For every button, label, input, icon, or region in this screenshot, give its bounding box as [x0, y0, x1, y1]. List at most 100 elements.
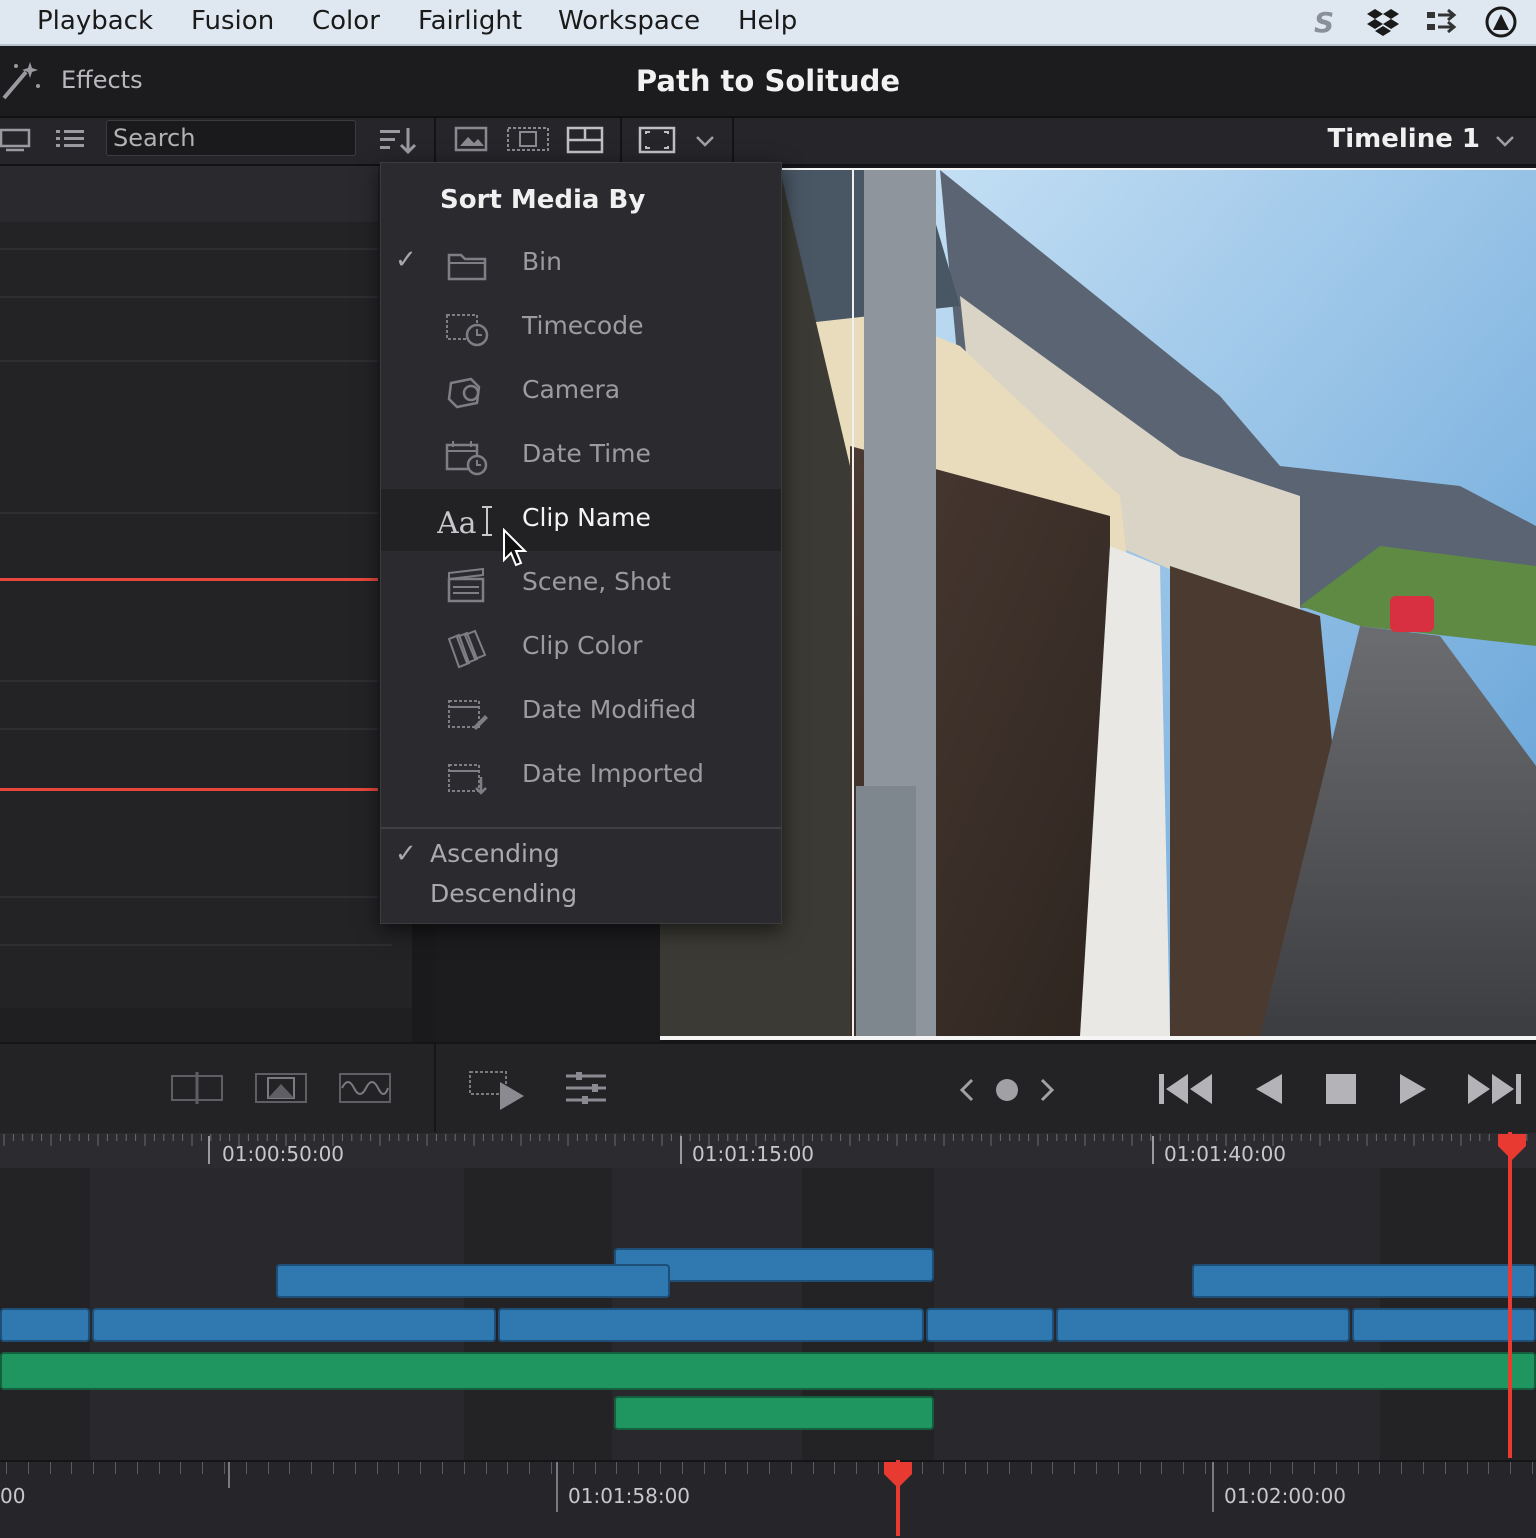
zoomed-timeline-ruler[interactable]: 00 01:01:58:00 01:02:00:00	[0, 1460, 1536, 1538]
toolbar-divider	[732, 118, 734, 164]
timeline-ruler[interactable]: 01:00:50:00 01:01:15:00 01:01:40:00	[0, 1132, 1536, 1168]
sort-option-clip-name[interactable]: Aa Clip Name	[381, 489, 781, 551]
menu-fusion[interactable]: Fusion	[191, 6, 274, 36]
sliders-icon[interactable]	[562, 1068, 610, 1108]
ruler-minor-tick	[1423, 1462, 1424, 1474]
sort-option-timecode[interactable]: Timecode	[381, 297, 781, 359]
ruler-minor-tick	[834, 1462, 836, 1474]
grid-view-icon[interactable]	[566, 124, 606, 156]
ruler-minor-tick	[1314, 1462, 1315, 1474]
chevron-down-icon[interactable]	[694, 130, 716, 152]
media-toolbar: Timeline 1	[0, 118, 1536, 166]
video-clip[interactable]	[276, 1264, 670, 1298]
ruler-minor-tick	[71, 1462, 73, 1474]
transport-bar	[0, 1042, 1536, 1134]
ruler-minor-tick	[965, 1462, 967, 1474]
ruler-minor-tick	[703, 1462, 705, 1474]
ruler-minor-tick	[507, 1462, 509, 1474]
audio-clip[interactable]	[614, 1396, 934, 1430]
checkmark-icon: ✓	[395, 839, 417, 869]
svg-text:Aa: Aa	[437, 506, 477, 541]
ruler-minor-tick	[769, 1462, 770, 1474]
toolbar-divider	[434, 118, 436, 164]
menu-separator	[381, 827, 781, 829]
sort-icon[interactable]	[378, 124, 420, 158]
ruler-minor-tick	[1052, 1462, 1054, 1474]
skip-to-end-icon[interactable]	[1466, 1070, 1524, 1108]
sort-option-bin[interactable]: ✓ Bin	[381, 233, 781, 295]
chevron-down-icon[interactable]	[1494, 130, 1516, 152]
ruler-minor-tick	[943, 1462, 945, 1474]
ruler-major-tick	[556, 1462, 558, 1512]
video-clip[interactable]	[926, 1308, 1054, 1342]
viewer-frame-icon[interactable]	[638, 124, 678, 156]
menu-fairlight[interactable]: Fairlight	[418, 6, 522, 36]
sort-option-camera[interactable]: Camera	[381, 361, 781, 423]
stop-icon[interactable]	[1322, 1070, 1360, 1108]
audio-clip[interactable]	[0, 1352, 1536, 1390]
filmstrip-view-icon[interactable]	[506, 124, 550, 156]
ruler-minor-tick	[1008, 1462, 1010, 1474]
source-viewer[interactable]	[660, 166, 1536, 1042]
menu-workspace[interactable]: Workspace	[558, 6, 700, 36]
ruler-minor-tick	[1183, 1462, 1185, 1474]
switch-icon[interactable]	[1424, 6, 1458, 38]
play-reverse-icon[interactable]	[1250, 1070, 1288, 1108]
pool-row-divider	[0, 512, 378, 514]
pool-row-divider	[0, 728, 378, 730]
timecode-label: 01:00:50:00	[222, 1142, 345, 1166]
single-viewer-icon[interactable]	[252, 1070, 310, 1106]
ruler-minor-tick	[681, 1462, 683, 1474]
search-input[interactable]	[106, 120, 356, 156]
menu-help[interactable]: Help	[738, 6, 797, 36]
timecode-clock-icon	[446, 314, 489, 347]
sort-ascending-option[interactable]: Ascending	[430, 839, 560, 868]
sort-descending-option[interactable]: Descending	[430, 879, 577, 908]
playhead-handle[interactable]	[1496, 1132, 1528, 1162]
skip-to-start-icon[interactable]	[1156, 1070, 1214, 1108]
sort-option-scene-shot[interactable]: Scene, Shot	[381, 553, 781, 615]
ruler-minor-tick	[529, 1462, 531, 1474]
ruler-minor-tick	[1139, 1462, 1141, 1474]
playhead-handle[interactable]	[882, 1460, 914, 1490]
sort-option-clip-color[interactable]: Clip Color	[381, 617, 781, 679]
timecode-label: 00	[0, 1484, 26, 1508]
audio-waveform-icon[interactable]	[336, 1070, 394, 1106]
ruler-minor-tick	[1401, 1462, 1403, 1474]
thumbnail-view-icon[interactable]	[0, 126, 32, 152]
dropbox-icon[interactable]	[1366, 6, 1400, 38]
video-clip[interactable]	[1192, 1264, 1536, 1298]
pool-row-divider	[0, 248, 378, 250]
timeline-selector[interactable]: Timeline 1	[1328, 124, 1480, 154]
video-clip[interactable]	[0, 1308, 90, 1342]
image-view-icon[interactable]	[454, 124, 490, 156]
play-clip-icon[interactable]	[466, 1064, 530, 1112]
menu-playback[interactable]: Playback	[37, 6, 153, 36]
ruler-minor-tick	[1248, 1462, 1250, 1474]
video-frame-image	[660, 168, 1536, 1040]
video-clip[interactable]	[498, 1308, 924, 1342]
split-view-icon[interactable]	[168, 1070, 226, 1106]
video-clip[interactable]	[92, 1308, 496, 1342]
ruler-minor-tick	[442, 1462, 443, 1474]
sort-option-date-imported[interactable]: Date Imported	[381, 745, 781, 807]
sort-option-label: Date Imported	[522, 759, 704, 788]
ruler-minor-tick	[1074, 1462, 1076, 1474]
ruler-minor-tick	[354, 1462, 356, 1474]
calendar-edit-icon	[448, 700, 488, 730]
account-icon[interactable]	[1484, 6, 1518, 38]
list-view-icon[interactable]	[54, 126, 86, 152]
play-icon[interactable]	[1394, 1070, 1432, 1108]
marker-navigation[interactable]	[954, 1074, 1062, 1106]
pool-row-divider	[0, 944, 392, 946]
sort-option-date-time[interactable]: Date Time	[381, 425, 781, 487]
ruler-minor-tick	[987, 1462, 988, 1474]
sort-option-date-modified[interactable]: Date Modified	[381, 681, 781, 743]
ruler-major-tick	[208, 1136, 210, 1164]
sync-icon[interactable]: S	[1312, 6, 1346, 38]
ruler-minor-tick	[1532, 1462, 1533, 1474]
playhead-line[interactable]	[1508, 1132, 1512, 1458]
menu-color[interactable]: Color	[312, 6, 380, 36]
timeline-tracks[interactable]	[0, 1168, 1536, 1460]
video-clip[interactable]	[1056, 1308, 1350, 1342]
